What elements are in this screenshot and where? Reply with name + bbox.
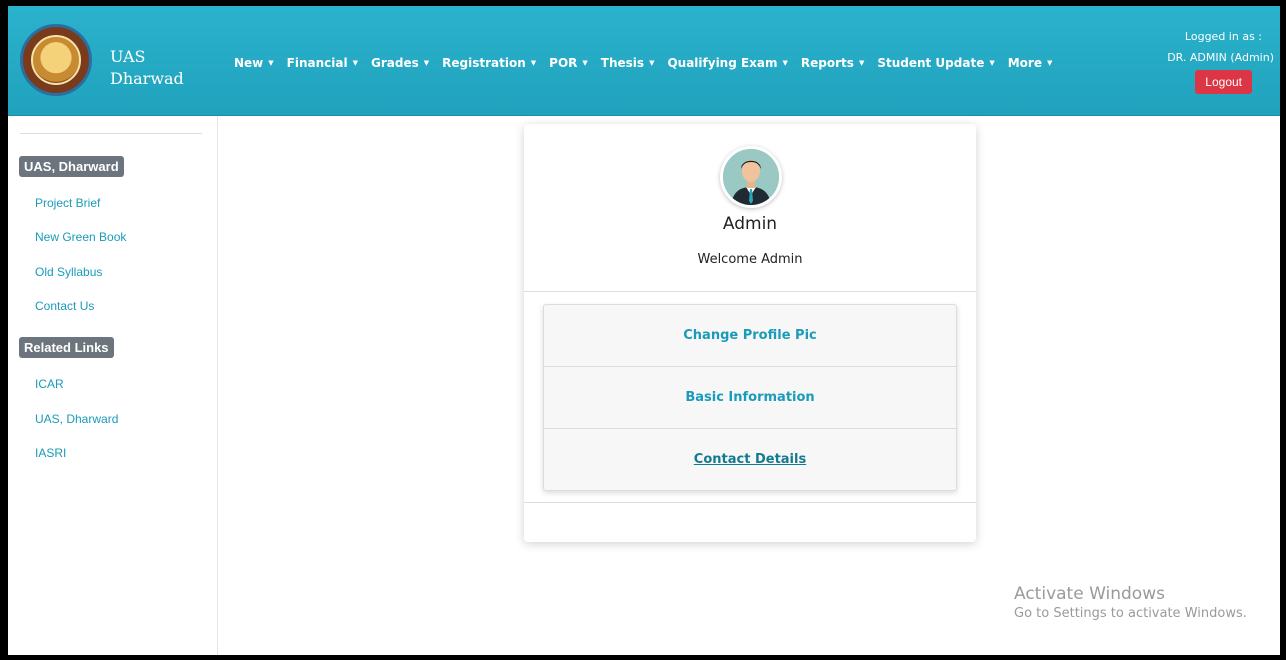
logout-button[interactable]: Logout [1195,70,1252,94]
sidebar-divider [20,133,202,134]
nav-label: Registration [442,56,526,70]
nav-qualifying-exam[interactable]: Qualifying Exam ▼ [667,56,787,70]
caret-down-icon: ▼ [782,59,788,67]
watermark-title: Activate Windows [1014,584,1165,604]
watermark-subtitle: Go to Settings to activate Windows. [1014,606,1247,621]
logged-in-label: Logged in as : [1184,30,1262,43]
caret-down-icon: ▼ [423,59,430,67]
nav-thesis[interactable]: Thesis ▼ [601,56,655,70]
brand-name[interactable]: UAS Dharwad [110,46,184,90]
brand-line1: UAS [110,47,146,66]
sidebar-link-new-green-book[interactable]: New Green Book [35,230,126,244]
nav-label: Financial [286,56,348,70]
caret-down-icon: ▼ [989,59,995,67]
contact-details-link[interactable]: Contact Details [544,429,956,490]
change-profile-pic-link[interactable]: Change Profile Pic [544,305,956,367]
nav-label: New [234,56,264,70]
nav-more[interactable]: More ▼ [1008,56,1053,70]
sidebar-link-old-syllabus[interactable]: Old Syllabus [35,265,102,279]
sidebar-link-icar[interactable]: ICAR [35,377,64,391]
nav-label: Grades [371,56,419,70]
main-nav: New ▼ Financial ▼ Grades ▼ Registration ▼ PO… [234,56,1065,70]
welcome-text: Welcome Admin [697,252,803,267]
card-divider-bottom [524,502,976,503]
nav-grades[interactable]: Grades ▼ [371,56,429,70]
sidebar-link-project-brief[interactable]: Project Brief [35,196,100,210]
activate-windows-watermark: Activate Windows Go to Settings to activ… [1014,584,1247,621]
top-navbar: UAS Dharwad New ▼ Financial ▼ Grades ▼ Regi… [8,6,1280,116]
card-divider [524,291,976,292]
caret-down-icon: ▼ [582,59,588,67]
nav-label: Thesis [600,56,645,70]
caret-down-icon: ▼ [352,59,358,67]
sidebar: UAS, Dharward Project Brief New Green Bo… [8,116,218,655]
nav-student-update[interactable]: Student Update ▼ [877,56,994,70]
caret-down-icon: ▼ [1046,59,1053,67]
section-badge-related-links: Related Links [19,337,114,358]
basic-information-link[interactable]: Basic Information [544,367,956,429]
login-info: Logged in as : DR. ADMIN (Admin) Logout [1167,30,1274,94]
nav-label: POR [549,56,578,70]
logo-emblem [31,35,81,85]
caret-down-icon: ▼ [649,59,655,67]
profile-card: Admin Welcome Admin Change Profile Pic B… [524,124,976,542]
nav-label: Reports [800,56,854,70]
avatar [720,146,782,208]
sidebar-link-iasri[interactable]: IASRI [35,446,66,460]
app-window: UAS Dharwad New ▼ Financial ▼ Grades ▼ Regi… [8,6,1280,655]
caret-down-icon: ▼ [530,59,537,67]
section-badge-uas: UAS, Dharward [19,156,124,177]
nav-por[interactable]: POR ▼ [549,56,588,70]
university-logo[interactable] [20,24,92,96]
user-avatar-icon [723,149,779,205]
profile-name: Admin [722,214,778,234]
sidebar-link-contact-us[interactable]: Contact Us [35,299,94,313]
profile-menu: Change Profile Pic Basic Information Con… [543,304,957,491]
brand-line2: Dharwad [110,69,184,88]
nav-reports[interactable]: Reports ▼ [801,56,864,70]
nav-label: More [1007,56,1042,70]
nav-label: Student Update [877,56,985,70]
caret-down-icon: ▼ [858,59,865,67]
sidebar-link-uas-dharward[interactable]: UAS, Dharward [35,412,118,426]
current-user: DR. ADMIN (Admin) [1167,51,1274,64]
caret-down-icon: ▼ [268,59,274,67]
nav-new[interactable]: New ▼ [234,56,274,70]
nav-registration[interactable]: Registration ▼ [442,56,536,70]
nav-label: Qualifying Exam [667,56,778,70]
nav-financial[interactable]: Financial ▼ [287,56,358,70]
